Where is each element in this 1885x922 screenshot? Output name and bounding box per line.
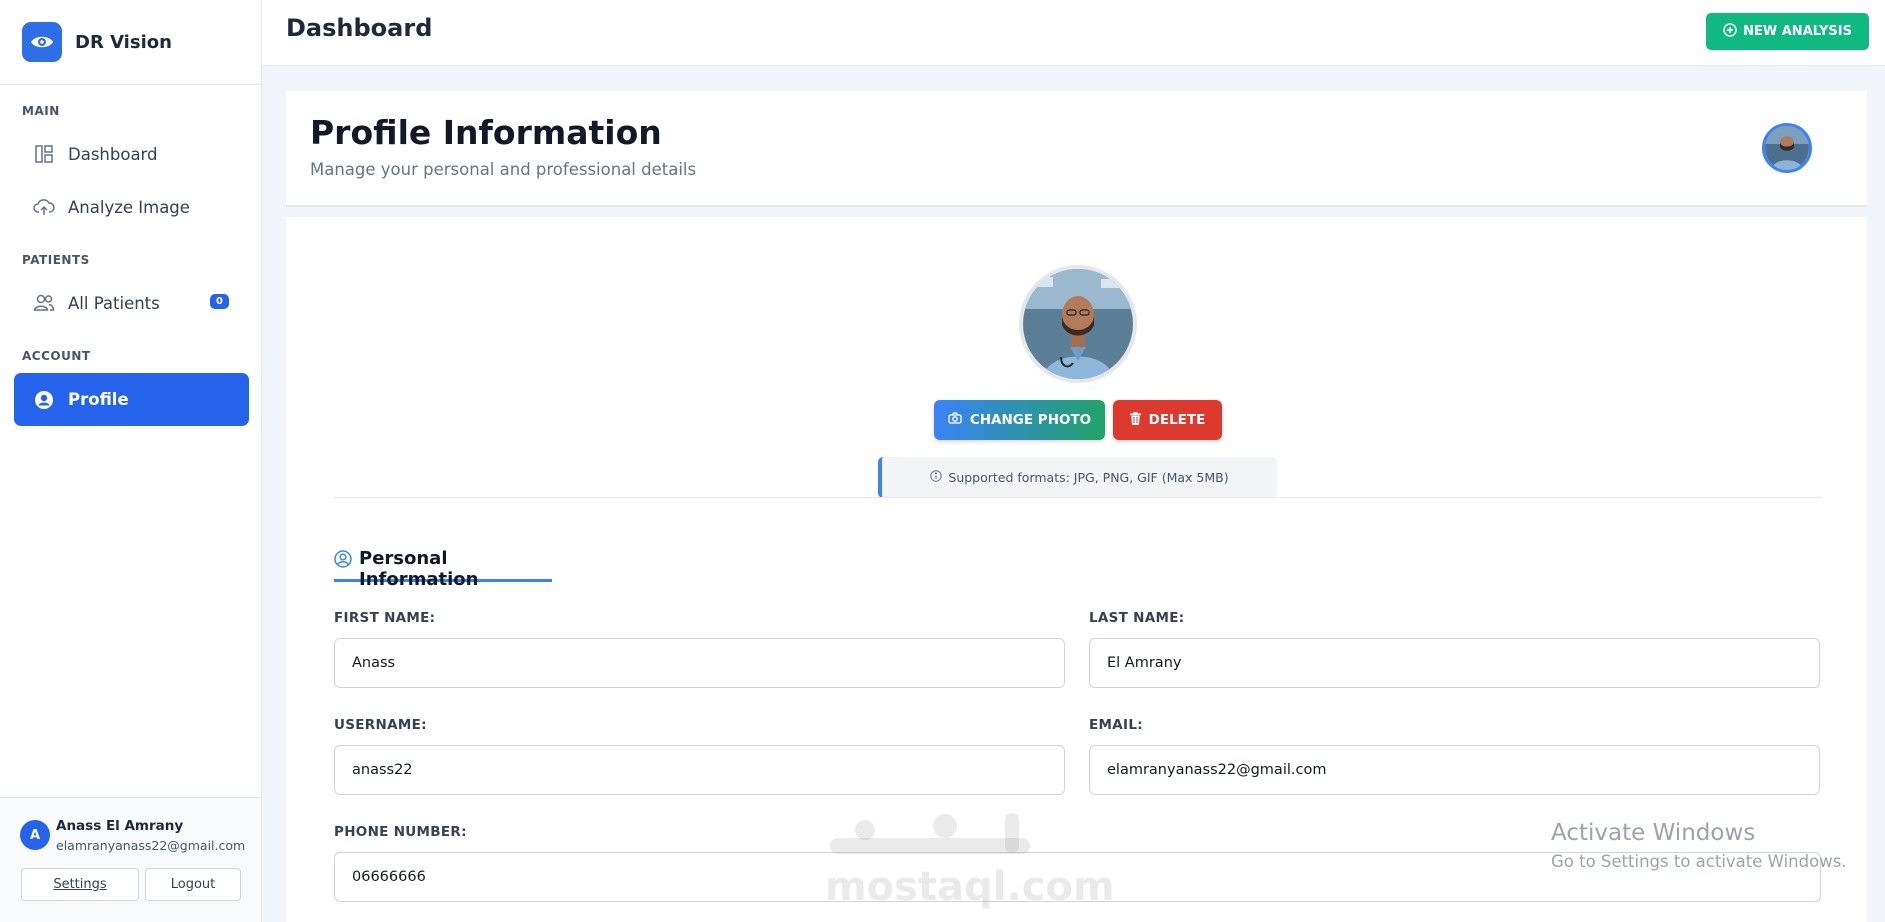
info-icon	[930, 470, 943, 485]
trash-icon	[1129, 411, 1141, 429]
first-name-field[interactable]: Anass	[334, 638, 1065, 688]
first-name-label: FIRST NAME:	[334, 610, 436, 626]
sidebar-item-all-patients[interactable]: All Patients 0	[14, 278, 249, 328]
delete-label: DELETE	[1148, 412, 1206, 428]
brand-name: DR Vision	[75, 31, 172, 53]
sidebar-item-profile[interactable]: Profile	[14, 373, 249, 426]
camera-icon	[948, 412, 962, 428]
logout-button[interactable]: Logout	[145, 868, 241, 901]
sidebar-item-label: Analyze Image	[68, 197, 190, 217]
watermark-logo	[825, 808, 1055, 868]
activate-title: Activate Windows	[1551, 820, 1756, 846]
last-name-label: LAST NAME:	[1089, 610, 1185, 626]
plus-circle-icon	[1723, 22, 1737, 41]
user-email: elamranyanass22@gmail.com	[56, 838, 246, 853]
eye-icon	[22, 22, 62, 62]
profile-title: Profile Information	[310, 113, 662, 152]
username-label: USERNAME:	[334, 717, 427, 733]
sidebar-item-analyze-image[interactable]: Analyze Image	[14, 182, 249, 232]
sidebar-item-label: All Patients	[68, 293, 160, 313]
dashboard-icon	[32, 142, 56, 166]
brand[interactable]: DR Vision	[0, 0, 261, 85]
settings-button[interactable]: Settings	[21, 868, 139, 901]
profile-photo	[1019, 265, 1137, 383]
page-title: Dashboard	[286, 14, 433, 42]
personal-info-title: Personal Information	[359, 548, 479, 590]
change-photo-button[interactable]: CHANGE PHOTO	[934, 400, 1105, 440]
watermark-text: mostaql.com	[825, 864, 1115, 910]
delete-photo-button[interactable]: DELETE	[1113, 400, 1222, 440]
username-field[interactable]: anass22	[334, 745, 1065, 795]
phone-label: PHONE NUMBER:	[334, 824, 467, 840]
profile-subtitle: Manage your personal and professional de…	[310, 160, 697, 179]
supported-formats-note: Supported formats: JPG, PNG, GIF (Max 5M…	[878, 457, 1277, 498]
profile-header-card: Profile Information Manage your personal…	[286, 91, 1867, 207]
user-name: Anass El Amrany	[56, 818, 184, 834]
avatar: A	[20, 820, 50, 850]
header-avatar[interactable]	[1762, 123, 1812, 173]
user-panel: A Anass El Amrany elamranyanass22@gmail.…	[0, 797, 261, 922]
sidebar: DR Vision MAIN Dashboard Analyze Image P…	[0, 0, 262, 922]
patients-count-badge: 0	[210, 294, 229, 309]
section-main-label: MAIN	[22, 104, 60, 118]
activate-subtitle: Go to Settings to activate Windows.	[1551, 852, 1847, 871]
formats-text: Supported formats: JPG, PNG, GIF (Max 5M…	[948, 470, 1229, 485]
personal-info-heading: Personal Information	[334, 548, 552, 590]
sidebar-item-label: Dashboard	[68, 144, 158, 164]
cloud-upload-icon	[32, 195, 56, 219]
new-analysis-button[interactable]: NEW ANALYSIS	[1706, 13, 1869, 50]
divider	[334, 497, 1821, 498]
top-bar: Dashboard NEW ANALYSIS	[262, 0, 1885, 66]
sidebar-item-label: Profile	[68, 390, 129, 409]
new-analysis-label: NEW ANALYSIS	[1743, 24, 1852, 39]
users-icon	[32, 291, 56, 315]
email-field[interactable]: elamranyanass22@gmail.com	[1089, 745, 1820, 795]
user-circle-icon	[32, 388, 56, 412]
sidebar-item-dashboard[interactable]: Dashboard	[14, 129, 249, 179]
email-label: EMAIL:	[1089, 717, 1143, 733]
change-photo-label: CHANGE PHOTO	[969, 412, 1092, 428]
profile-form-card: CHANGE PHOTO DELETE Supported formats: J…	[286, 217, 1867, 922]
activate-windows-notice: Activate Windows Go to Settings to activ…	[1551, 820, 1847, 871]
section-patients-label: PATIENTS	[22, 253, 90, 267]
user-circle-icon	[334, 550, 352, 573]
last-name-field[interactable]: El Amrany	[1089, 638, 1820, 688]
section-account-label: ACCOUNT	[22, 349, 91, 363]
